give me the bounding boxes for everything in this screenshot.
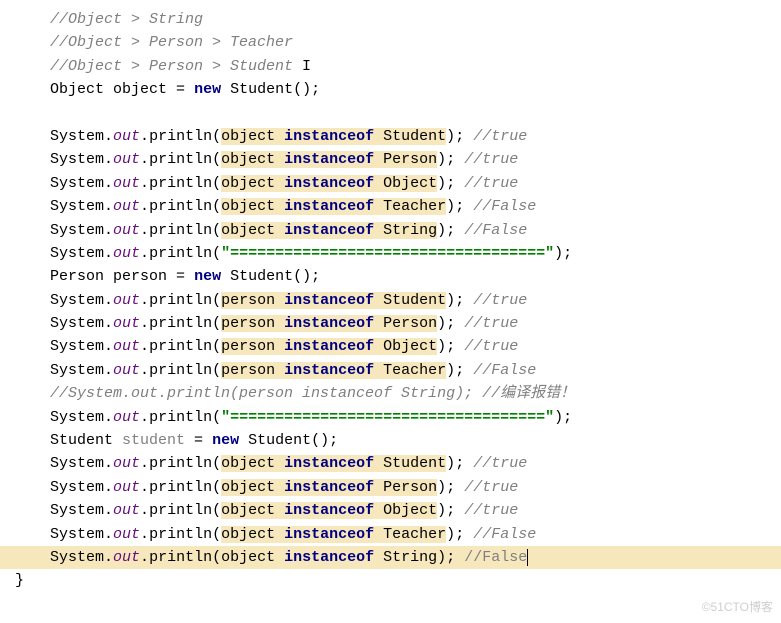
variable: object: [113, 81, 167, 98]
highlight: object instanceof Person: [221, 479, 437, 496]
comment: //Object > Person > Teacher: [50, 34, 293, 51]
code-line: System.out.println("====================…: [50, 406, 781, 429]
code-line-selected: System.out.println(object instanceof Str…: [0, 546, 781, 569]
string-literal: "===================================": [221, 245, 554, 262]
highlight: object instanceof Student: [221, 128, 446, 145]
keyword-new: new: [194, 81, 221, 98]
blank-line: [50, 102, 781, 125]
code-line: System.out.println(object instanceof Obj…: [50, 499, 781, 522]
highlight: object instanceof Object: [221, 175, 437, 192]
code-line: System.out.println(object instanceof Stu…: [50, 125, 781, 148]
code-line: System.out.println(person instanceof Tea…: [50, 359, 781, 382]
code-line: Person person = new Student();: [50, 265, 781, 288]
comment: //true: [473, 128, 527, 145]
code-line: System.out.println(person instanceof Per…: [50, 312, 781, 335]
comment-compile-error: //System.out.println(person instanceof S…: [50, 385, 575, 402]
highlight: object instanceof String: [221, 222, 437, 239]
type: Student: [230, 81, 293, 98]
code-line: //System.out.println(person instanceof S…: [50, 382, 781, 405]
keyword-instanceof: instanceof: [284, 128, 374, 145]
highlight: person instanceof Person: [221, 315, 437, 332]
variable: person: [113, 268, 167, 285]
code-line: System.out.println(object instanceof Stu…: [50, 452, 781, 475]
highlight: person instanceof Object: [221, 338, 437, 355]
code-line: System.out.println(object instanceof Tea…: [50, 195, 781, 218]
highlight: object instanceof Teacher: [221, 198, 446, 215]
code-line: System.out.println(object instanceof Per…: [50, 476, 781, 499]
highlight: object instanceof Teacher: [221, 526, 446, 543]
highlight: object instanceof Person: [221, 151, 437, 168]
code-line: System.out.println(person instanceof Stu…: [50, 289, 781, 312]
closing-brace: }: [15, 569, 781, 592]
watermark: ©51CTO博客: [702, 598, 773, 617]
code-line: System.out.println(object instanceof Per…: [50, 148, 781, 171]
highlight: object instanceof Student: [221, 455, 446, 472]
code-line: System.out.println("====================…: [50, 242, 781, 265]
code-line: System.out.println(object instanceof Obj…: [50, 172, 781, 195]
code-line: System.out.println(person instanceof Obj…: [50, 335, 781, 358]
highlight: person instanceof Student: [221, 292, 446, 309]
code-line: Object object = new Student();: [50, 78, 781, 101]
comment-with-caret: //False: [464, 549, 528, 566]
string-literal: "===================================": [221, 409, 554, 426]
code-line: //Object > String: [50, 8, 781, 31]
code-block: //Object > String //Object > Person > Te…: [50, 8, 781, 569]
comment: //Object > Person > Student: [50, 58, 293, 75]
highlight: object instanceof Object: [221, 502, 437, 519]
code-line: System.out.println(object instanceof Str…: [50, 219, 781, 242]
comment: //Object > String: [50, 11, 203, 28]
text-cursor-icon: I: [293, 58, 311, 75]
highlight: person instanceof Teacher: [221, 362, 446, 379]
code-line: Student student = new Student();: [50, 429, 781, 452]
type: Object: [50, 81, 104, 98]
code-line: //Object > Person > Teacher: [50, 31, 781, 54]
code-line: System.out.println(object instanceof Tea…: [50, 523, 781, 546]
code-line: //Object > Person > Student I: [50, 55, 781, 78]
field-out: out: [113, 128, 140, 145]
variable-unused: student: [122, 432, 185, 449]
